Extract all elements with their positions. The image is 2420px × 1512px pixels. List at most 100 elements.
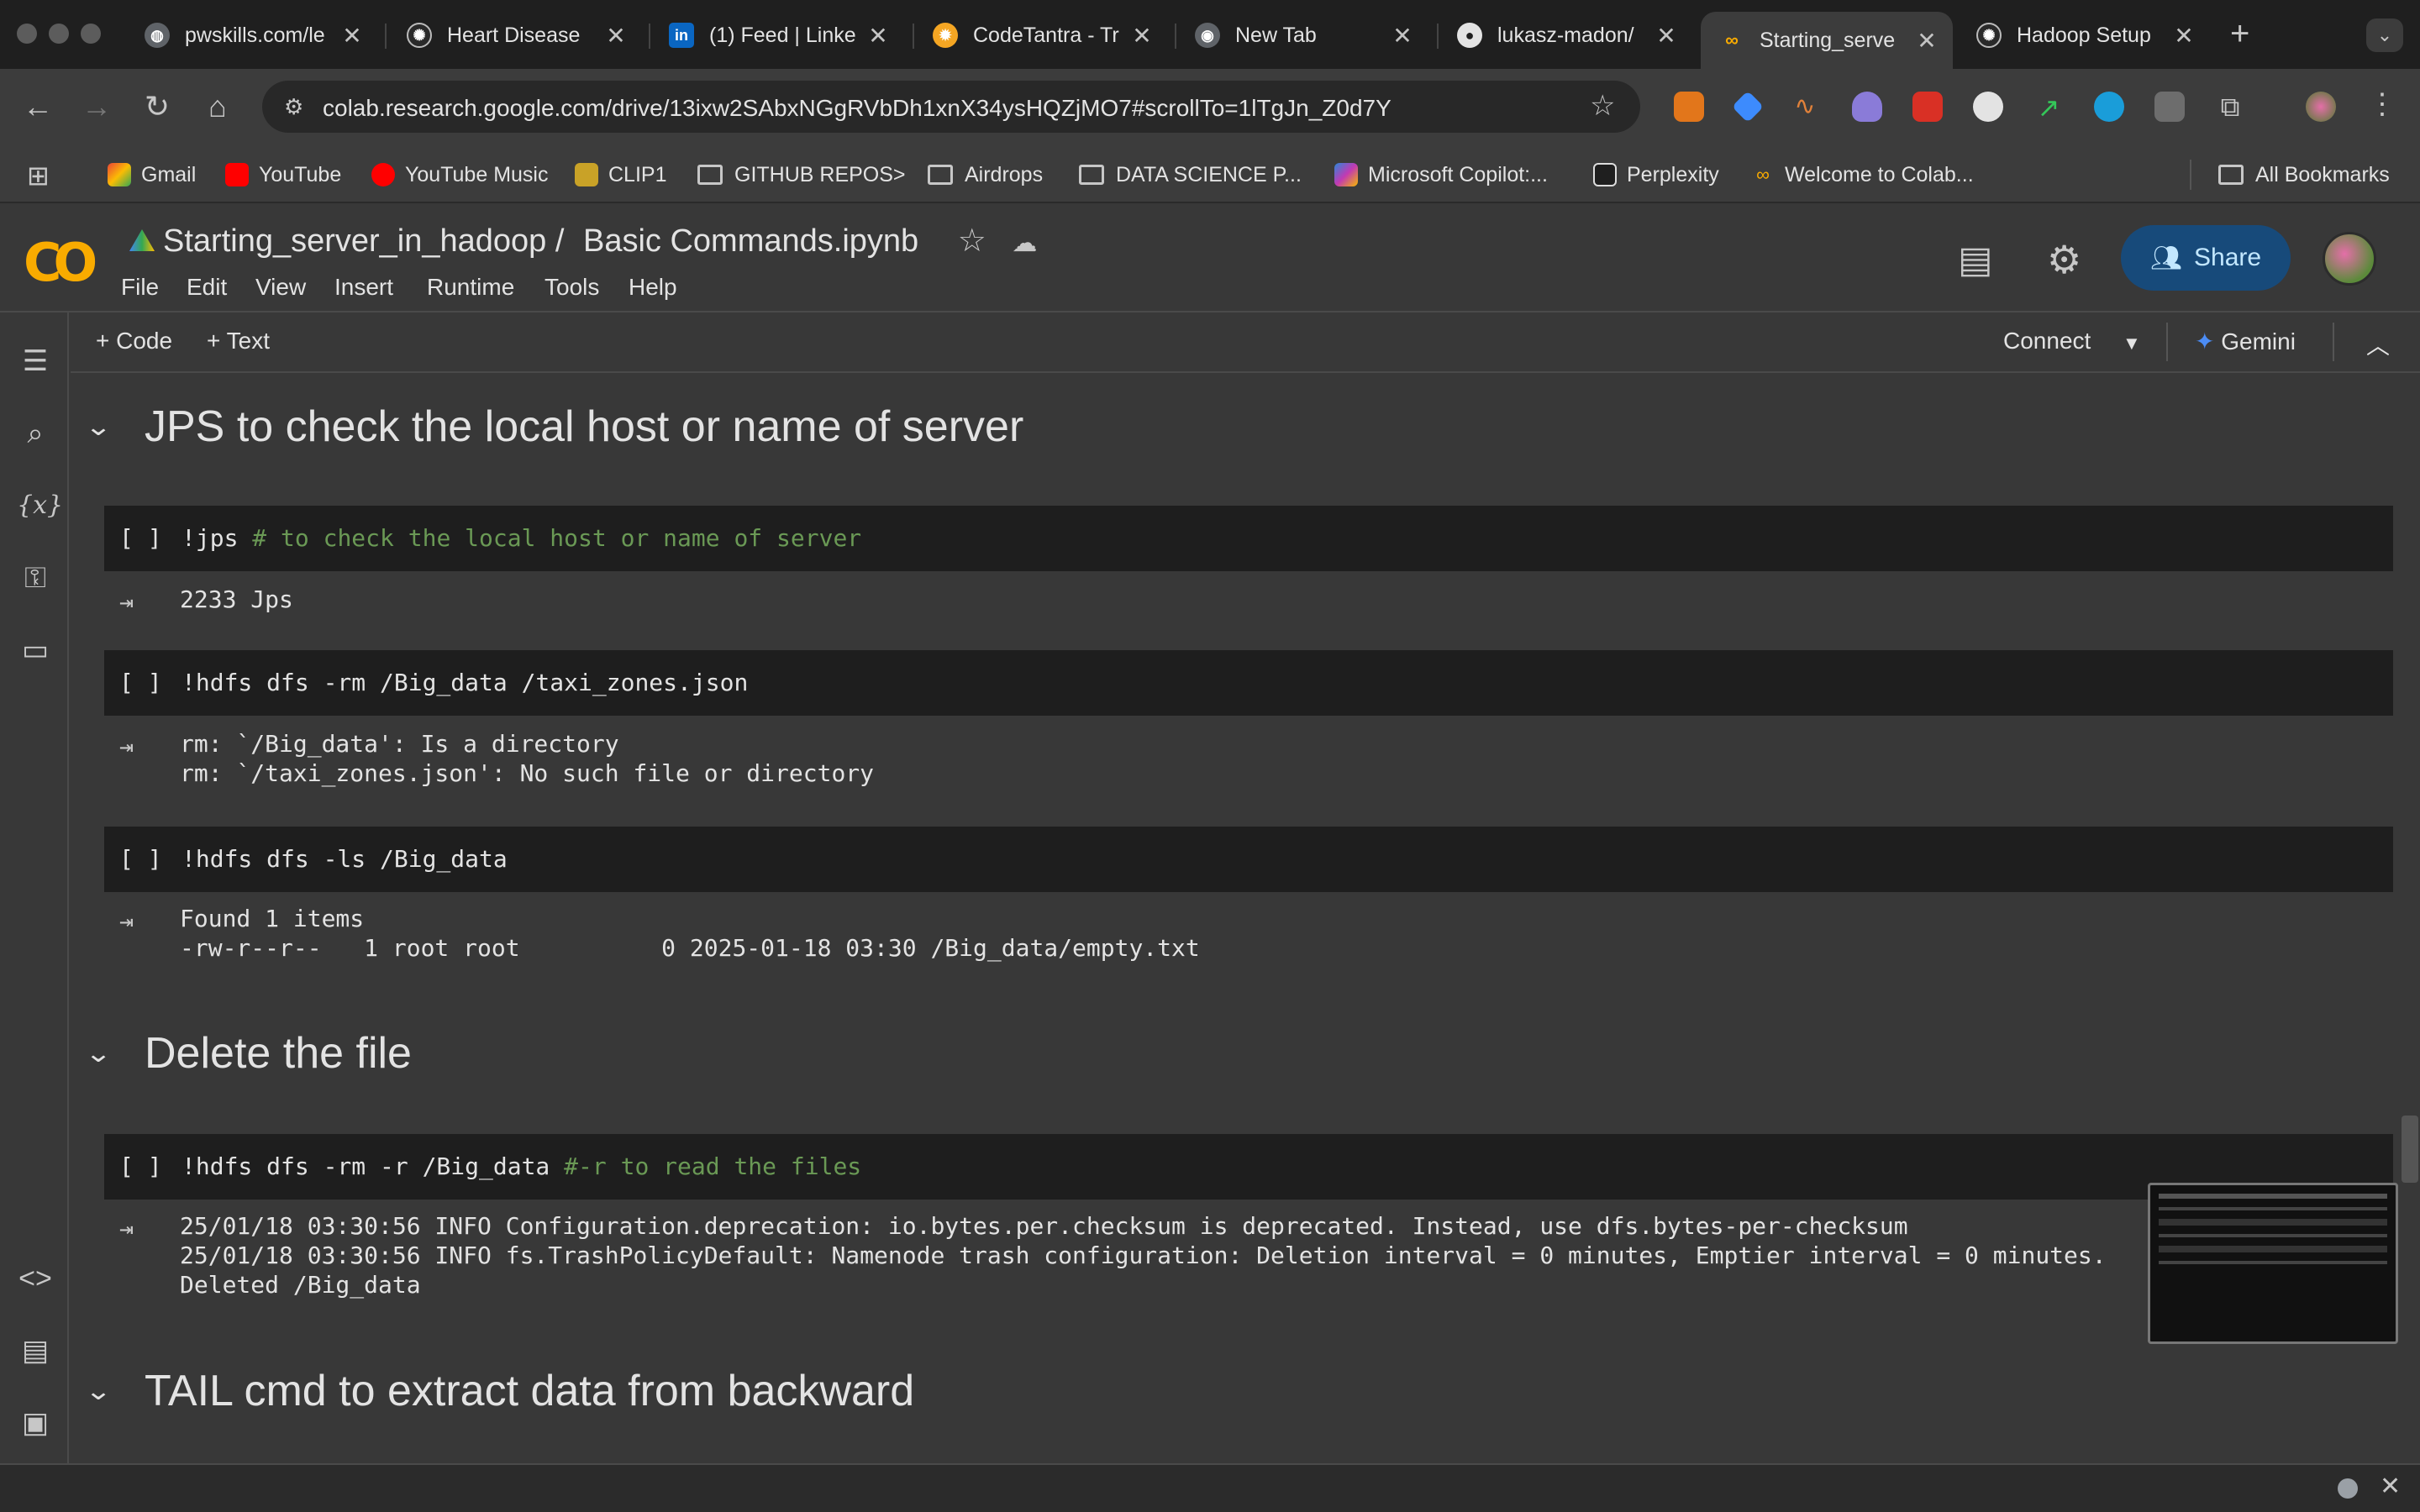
menu-help[interactable]: Help (629, 274, 677, 301)
close-tab-icon[interactable]: ✕ (1655, 22, 1677, 50)
url-text[interactable]: colab.research.google.com/drive/13ixw2SA… (323, 95, 1392, 122)
menu-file[interactable]: File (121, 274, 159, 301)
browser-tab[interactable]: ✺ Hadoop Setup ✕ (1958, 12, 2210, 59)
table-of-contents-icon[interactable]: ☰ (17, 343, 54, 380)
settings-gear-icon[interactable]: ⚙ (2047, 237, 2081, 282)
output-toggle-icon[interactable]: ⇥ (119, 1215, 155, 1243)
variables-icon[interactable]: {x} (17, 487, 63, 524)
bookmark-perplexity[interactable]: Perplexity (1593, 160, 1719, 190)
code-cell[interactable]: [ ] !jps # to check the local host or na… (104, 506, 2393, 571)
bookmark-welcome-colab[interactable]: ∞ Welcome to Colab... (1751, 160, 1973, 190)
notebook-folder-link[interactable]: Starting_server_in_hadoop / (163, 223, 564, 259)
run-cell-button[interactable]: [ ] (119, 845, 162, 873)
close-tab-icon[interactable]: ✕ (605, 22, 627, 50)
collapse-chevron-icon[interactable]: ⌄ (85, 1039, 153, 1068)
bookmark-folder-airdrops[interactable]: Airdrops (928, 160, 1043, 190)
close-tab-icon[interactable]: ✕ (1392, 22, 1413, 50)
menu-tools[interactable]: Tools (544, 274, 599, 301)
files-folder-icon[interactable]: ▭ (17, 632, 54, 669)
site-info-icon[interactable]: ⚙ (284, 94, 303, 120)
bookmark-youtube[interactable]: YouTube (225, 160, 341, 190)
bookmark-all-bookmarks[interactable]: All Bookmarks (2218, 160, 2390, 190)
browser-tab[interactable]: ✹ CodeTantra - Tr ✕ (914, 12, 1168, 59)
output-toggle-icon[interactable]: ⇥ (119, 732, 155, 761)
extension-icon[interactable] (1912, 92, 1943, 122)
code-snippets-icon[interactable]: <> (17, 1260, 54, 1297)
tab-search-button[interactable]: ⌄ (2366, 18, 2403, 52)
close-tab-icon[interactable]: ✕ (1916, 27, 1938, 55)
bookmark-folder-github-repos[interactable]: GITHUB REPOS> (697, 160, 906, 190)
close-status-icon[interactable]: ✕ (2380, 1472, 2401, 1501)
maximize-window-button[interactable] (81, 24, 101, 44)
metamask-extension-icon[interactable] (1674, 92, 1704, 122)
share-button[interactable]: 👥︎ Share (2121, 225, 2291, 291)
run-cell-button[interactable]: [ ] (119, 524, 162, 552)
output-toggle-icon[interactable]: ⇥ (119, 588, 155, 617)
code-cell[interactable]: [ ] !hdfs dfs -rm /Big_data /taxi_zones.… (104, 650, 2393, 716)
close-tab-icon[interactable]: ✕ (867, 22, 889, 50)
browser-tab[interactable]: ● lukasz-madon/ ✕ (1439, 12, 1692, 59)
extension-icon[interactable]: ↗ (2033, 92, 2064, 123)
connect-dropdown-icon[interactable]: ▼ (2123, 333, 2141, 354)
code-text[interactable]: !hdfs dfs -rm -r /Big_data #-r to read t… (182, 1152, 861, 1180)
bookmark-star-icon[interactable]: ☆ (1590, 89, 1615, 123)
code-text[interactable]: !jps # to check the local host or name o… (182, 524, 861, 552)
browser-tab[interactable]: ◍ pwskills.com/le ✕ (126, 12, 378, 59)
collapse-chevron-icon[interactable]: ⌄ (85, 412, 153, 442)
browser-menu-icon[interactable]: ⋮ (2368, 87, 2396, 121)
code-cell[interactable]: [ ] !hdfs dfs -ls /Big_data (104, 827, 2393, 892)
extension-icon[interactable]: ∿ (1790, 92, 1820, 122)
bookmark-folder-data-science[interactable]: DATA SCIENCE P... (1079, 160, 1302, 190)
gemini-button[interactable]: ✦ Gemini (2195, 328, 2296, 355)
close-window-button[interactable] (17, 24, 37, 44)
browser-tab-active[interactable]: ∞ Starting_serve ✕ (1701, 12, 1953, 69)
minimize-window-button[interactable] (49, 24, 69, 44)
extension-icon[interactable] (2094, 92, 2124, 122)
menu-edit[interactable]: Edit (187, 274, 227, 301)
add-text-cell-button[interactable]: + Text (207, 328, 270, 354)
code-text[interactable]: !hdfs dfs -rm /Big_data /taxi_zones.json (182, 669, 748, 696)
user-avatar[interactable] (2323, 232, 2376, 286)
comments-icon[interactable]: ▤ (1958, 239, 1993, 281)
menu-insert[interactable]: Insert (334, 274, 393, 301)
output-toggle-icon[interactable]: ⇥ (119, 907, 155, 936)
browser-tab[interactable]: ✺ Heart Disease ✕ (388, 12, 642, 59)
connect-button[interactable]: Connect (2003, 328, 2091, 354)
home-icon[interactable]: ⌂ (198, 87, 237, 126)
menu-runtime[interactable]: Runtime (427, 274, 514, 301)
star-icon[interactable]: ☆ (958, 223, 986, 259)
back-icon[interactable]: ← (18, 87, 57, 126)
reload-icon[interactable]: ↻ (138, 87, 176, 126)
browser-tab[interactable]: in (1) Feed | Linke ✕ (650, 12, 904, 59)
extension-icon[interactable] (1973, 92, 2003, 122)
close-tab-icon[interactable]: ✕ (2173, 22, 2195, 50)
bookmark-clip1[interactable]: CLIP1 (575, 160, 666, 190)
new-tab-button[interactable]: + (2230, 15, 2249, 53)
collapse-chevron-icon[interactable]: ⌄ (85, 1377, 153, 1406)
bookmark-microsoft-copilot[interactable]: Microsoft Copilot:... (1334, 160, 1548, 190)
search-icon[interactable]: ⌕ (17, 415, 54, 452)
profile-avatar[interactable] (2306, 92, 2336, 122)
close-tab-icon[interactable]: ✕ (341, 22, 363, 50)
bookmark-youtube-music[interactable]: YouTube Music (371, 160, 548, 190)
terminal-icon[interactable]: ▣ (17, 1404, 54, 1441)
menu-view[interactable]: View (255, 274, 306, 301)
run-cell-button[interactable]: [ ] (119, 669, 162, 696)
browser-tab[interactable]: ◉ New Tab ✕ (1176, 12, 1428, 59)
close-tab-icon[interactable]: ✕ (1131, 22, 1153, 50)
window-preview-thumbnail[interactable] (2148, 1183, 2398, 1344)
secrets-key-icon[interactable]: ⚿ (17, 559, 54, 596)
extension-icon[interactable] (1852, 92, 1882, 122)
command-palette-icon[interactable]: ▤ (17, 1332, 54, 1369)
address-bar[interactable]: ⚙ colab.research.google.com/drive/13ixw2… (262, 81, 1640, 133)
code-text[interactable]: !hdfs dfs -ls /Big_data (182, 845, 508, 873)
forward-icon[interactable]: → (77, 87, 116, 126)
bookmark-gmail[interactable]: Gmail (108, 160, 196, 190)
code-cell[interactable]: [ ] !hdfs dfs -rm -r /Big_data #-r to re… (104, 1134, 2393, 1200)
collapse-header-icon[interactable]: ︿ (2366, 328, 2390, 361)
extensions-puzzle-icon[interactable]: ⧉ (2215, 92, 2245, 122)
notebook-name[interactable]: Basic Commands.ipynb (583, 223, 918, 259)
add-code-cell-button[interactable]: + Code (96, 328, 172, 354)
run-cell-button[interactable]: [ ] (119, 1152, 162, 1180)
extension-icon[interactable] (2154, 92, 2185, 122)
